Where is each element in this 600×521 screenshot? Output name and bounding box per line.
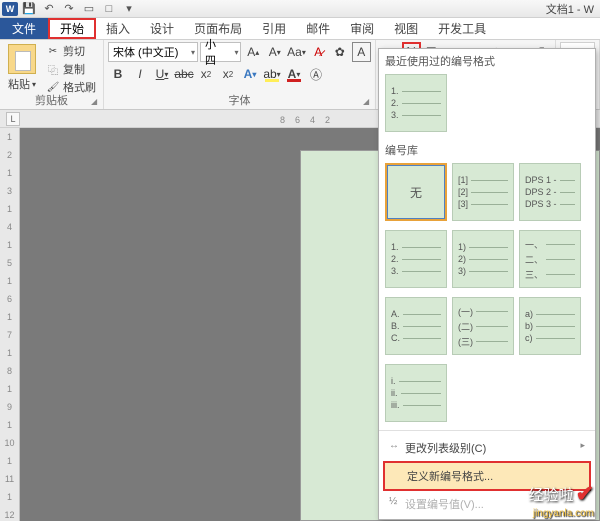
new-blank-icon[interactable]: □ xyxy=(100,1,118,17)
tab-view[interactable]: 视图 xyxy=(384,18,428,39)
ribbon-tabs: 文件 开始 插入 设计 页面布局 引用 邮件 审阅 视图 开发工具 xyxy=(0,18,600,40)
enclose-char-button[interactable]: A xyxy=(352,42,372,62)
tab-review[interactable]: 审阅 xyxy=(340,18,384,39)
copy-icon: ⿻ xyxy=(46,63,60,75)
recent-section-label: 最近使用过的编号格式 xyxy=(379,49,595,71)
shrink-font-button[interactable]: A▾ xyxy=(265,42,285,62)
quick-access-toolbar: W 💾 ↶ ↷ ▭ □ ▾ xyxy=(2,1,138,17)
save-icon[interactable]: 💾 xyxy=(20,1,38,17)
cut-button[interactable]: ✂剪切 xyxy=(44,42,98,60)
font-size-select[interactable]: 小四 xyxy=(200,42,241,62)
phonetic-guide-button[interactable]: ✿ xyxy=(330,42,350,62)
change-case-button[interactable]: Aa▾ xyxy=(286,42,306,62)
check-icon: ✔ xyxy=(576,481,594,507)
font-color-button[interactable]: A▾ xyxy=(284,64,304,84)
numbering-none[interactable]: 无 xyxy=(385,163,447,221)
group-label-font: 字体 xyxy=(104,92,375,108)
numbering-dropdown-panel: 最近使用过的编号格式 1.2.3. 编号库 无 [1][2][3]DPS 1 -… xyxy=(378,48,596,520)
lib-preview-r1-1[interactable]: DPS 1 -DPS 2 -DPS 3 - xyxy=(519,163,581,221)
copy-button[interactable]: ⿻复制 xyxy=(44,60,98,78)
font-dialog-icon[interactable]: ◢ xyxy=(363,97,373,107)
highlight-button[interactable]: ab▾ xyxy=(262,64,282,84)
lib-preview-r3-1[interactable]: (一)(二)(三) xyxy=(452,297,514,355)
redo-icon[interactable]: ↷ xyxy=(60,1,78,17)
lib-preview-r2-1[interactable]: 1)2)3) xyxy=(452,230,514,288)
tab-file[interactable]: 文件 xyxy=(0,18,48,39)
recent-preview-0[interactable]: 1.2.3. xyxy=(385,74,447,132)
paste-icon[interactable] xyxy=(8,44,36,74)
new-page-icon[interactable]: ▭ xyxy=(80,1,98,17)
lib-preview-r3-0[interactable]: A.B.C. xyxy=(385,297,447,355)
scissors-icon: ✂ xyxy=(46,45,60,57)
group-clipboard: 粘贴▾ ✂剪切 ⿻复制 🖌格式刷 剪贴板 ◢ xyxy=(0,40,104,109)
qat-more-icon[interactable]: ▾ xyxy=(120,1,138,17)
title-bar: W 💾 ↶ ↷ ▭ □ ▾ 文档1 - W xyxy=(0,0,600,18)
text-effects-button[interactable]: A▾ xyxy=(240,64,260,84)
clipboard-dialog-icon[interactable]: ◢ xyxy=(91,97,101,107)
tab-mail[interactable]: 邮件 xyxy=(296,18,340,39)
watermark: 经验啦✔ jingyanla.com xyxy=(529,481,594,507)
italic-button[interactable]: I xyxy=(130,64,150,84)
paste-button[interactable]: 粘贴▾ xyxy=(8,76,36,92)
strike-button[interactable]: abc xyxy=(174,64,194,84)
word-app-icon: W xyxy=(2,2,18,16)
change-list-level-item[interactable]: ↔更改列表级别(C)▸ xyxy=(383,435,591,461)
tab-home[interactable]: 开始 xyxy=(48,18,96,39)
lib-preview-r2-2[interactable]: 一、二、三、 xyxy=(519,230,581,288)
underline-button[interactable]: U▾ xyxy=(152,64,172,84)
window-title: 文档1 - W xyxy=(546,1,598,17)
tab-design[interactable]: 设计 xyxy=(140,18,184,39)
grow-font-button[interactable]: A▴ xyxy=(243,42,263,62)
undo-icon[interactable]: ↶ xyxy=(40,1,58,17)
clear-format-button[interactable]: A̷ xyxy=(308,42,328,62)
lib-preview-r1-0[interactable]: [1][2][3] xyxy=(452,163,514,221)
font-family-select[interactable]: 宋体 (中文正) xyxy=(108,42,198,62)
tab-insert[interactable]: 插入 xyxy=(96,18,140,39)
bold-button[interactable]: B xyxy=(108,64,128,84)
vertical-ruler: 1213141516171819110111112 xyxy=(0,128,20,521)
lib-preview-r3-2[interactable]: a)b)c) xyxy=(519,297,581,355)
lib-preview-r4-0[interactable]: i.ii.iii. xyxy=(385,364,447,422)
tab-references[interactable]: 引用 xyxy=(252,18,296,39)
group-label-clipboard: 剪贴板 xyxy=(0,92,103,108)
char-shading-button[interactable]: Ⓐ xyxy=(306,64,326,84)
lib-preview-r2-0[interactable]: 1.2.3. xyxy=(385,230,447,288)
tab-dev[interactable]: 开发工具 xyxy=(428,18,496,39)
tab-selector[interactable]: L xyxy=(6,112,20,126)
group-font: 宋体 (中文正) 小四 A▴ A▾ Aa▾ A̷ ✿ A B I U▾ abc … xyxy=(104,40,376,109)
library-section-label: 编号库 xyxy=(379,138,595,160)
